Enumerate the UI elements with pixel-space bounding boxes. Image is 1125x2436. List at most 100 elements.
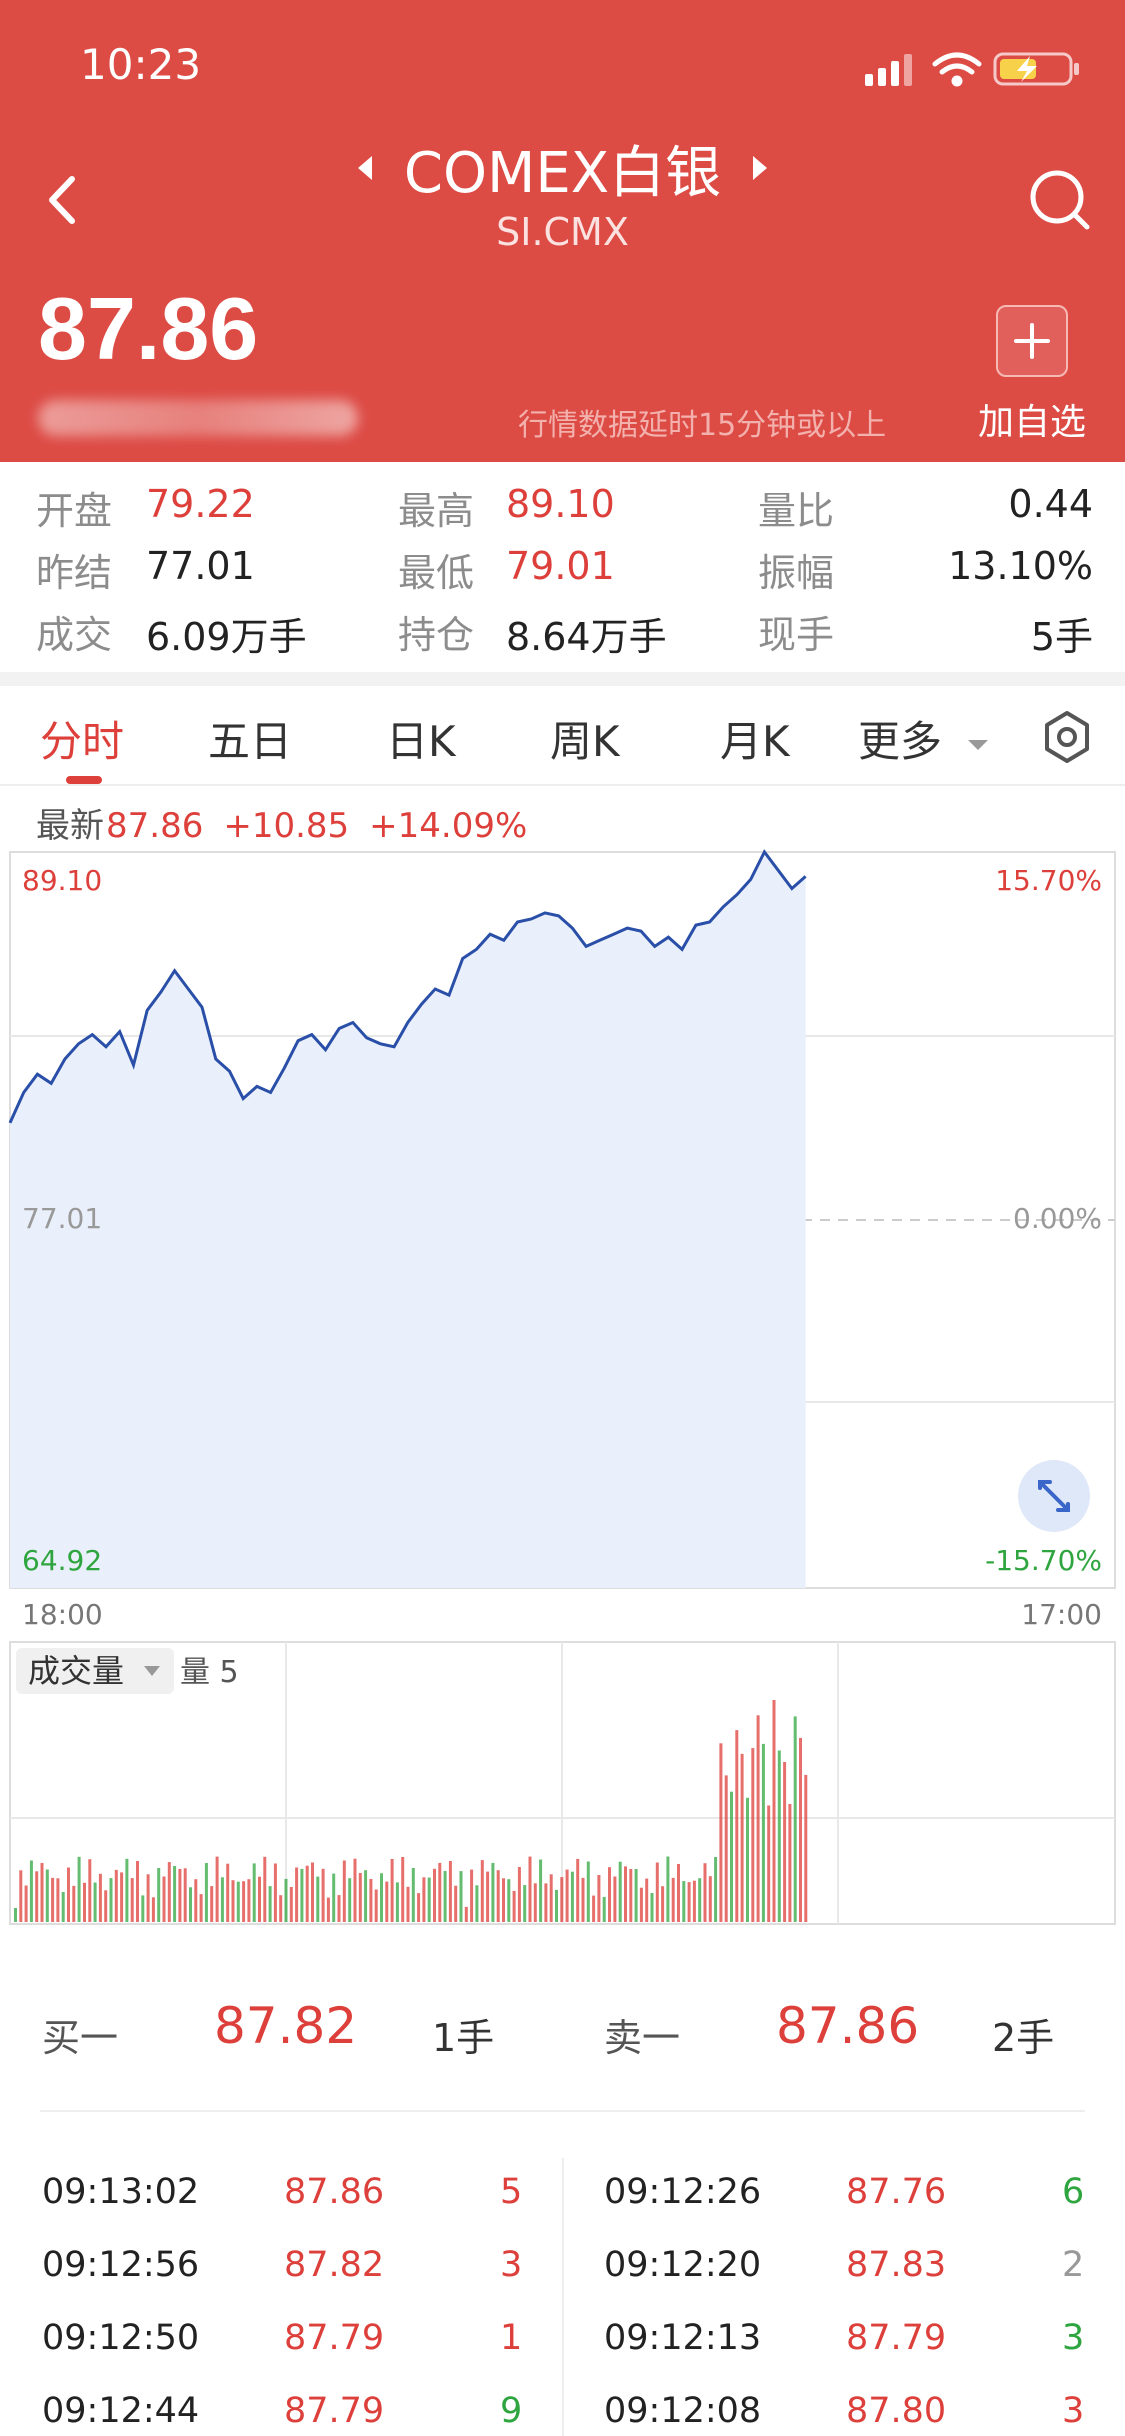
y-pct-max: 15.70% xyxy=(995,864,1102,897)
volume-bar xyxy=(464,1906,468,1922)
volume-bar xyxy=(804,1774,808,1922)
volume-bar xyxy=(146,1874,150,1922)
volume-bar xyxy=(517,1867,521,1922)
volume-bar xyxy=(486,1871,490,1922)
trade-price: 87.86 xyxy=(284,2172,385,2212)
trade-qty: 1 xyxy=(500,2318,523,2358)
status-time: 10:23 xyxy=(80,40,202,89)
y-label-max: 89.10 xyxy=(22,864,102,897)
tab-daily-k[interactable]: 日K xyxy=(386,708,456,769)
volume-bar xyxy=(24,1885,28,1922)
volume-bar xyxy=(528,1856,532,1922)
stat-open: 79.22 xyxy=(146,482,255,526)
volume-bar xyxy=(788,1804,792,1922)
sell-label: 卖一 xyxy=(604,2016,681,2060)
volume-bar xyxy=(655,1862,659,1922)
title-row: COMEX白银 xyxy=(0,128,1125,208)
volume-bar xyxy=(512,1890,516,1922)
sell-price: 87.86 xyxy=(776,1997,920,2055)
volume-bar xyxy=(45,1869,49,1922)
tab-monthly-k[interactable]: 月K xyxy=(720,708,790,769)
volume-bar xyxy=(215,1856,219,1922)
volume-bar xyxy=(125,1858,129,1922)
stat-label: 昨结 xyxy=(36,551,113,595)
volume-bar xyxy=(433,1868,436,1922)
trade-time: 09:12:26 xyxy=(604,2172,762,2212)
volume-bar xyxy=(19,1870,23,1922)
order-book: 买一 87.82 1手 卖一 87.86 2手 xyxy=(0,1985,1125,2075)
volume-bar xyxy=(332,1873,336,1922)
volume-bar xyxy=(799,1737,802,1922)
volume-bar xyxy=(316,1876,320,1922)
volume-bar xyxy=(470,1869,474,1922)
volume-bar xyxy=(141,1895,145,1922)
trade-price: 87.79 xyxy=(846,2318,947,2358)
stat-label: 开盘 xyxy=(36,489,113,533)
stat-low: 79.01 xyxy=(506,544,615,588)
volume-bar xyxy=(576,1858,580,1922)
volume-bar xyxy=(459,1871,463,1922)
page-title: COMEX白银 xyxy=(403,140,722,206)
stat-label: 持仓 xyxy=(398,613,475,657)
tab-more-label: 更多 xyxy=(858,717,943,766)
volume-bar xyxy=(311,1862,314,1922)
volume-bar xyxy=(353,1858,357,1922)
volume-bar xyxy=(539,1859,543,1922)
volume-bar xyxy=(560,1877,564,1922)
tab-intraday[interactable]: 分时 xyxy=(40,708,124,769)
battery-icon xyxy=(993,52,1079,86)
volume-bar xyxy=(231,1880,235,1922)
volume-bar xyxy=(395,1882,399,1922)
volume-bar xyxy=(268,1886,272,1922)
volume-bar xyxy=(687,1882,691,1922)
plus-icon xyxy=(1014,323,1050,359)
volume-bar xyxy=(93,1882,97,1922)
next-instrument-icon[interactable] xyxy=(745,148,775,188)
volume-bar xyxy=(740,1753,744,1922)
volume-bar xyxy=(189,1887,192,1922)
instrument-code: SI.CMX xyxy=(496,210,629,254)
trade-qty: 3 xyxy=(1062,2318,1085,2358)
stat-label: 量比 xyxy=(758,489,835,533)
volume-bar xyxy=(83,1882,86,1922)
tab-more[interactable]: 更多 xyxy=(858,708,991,769)
volume-bar xyxy=(496,1870,500,1922)
volume-bar xyxy=(618,1861,622,1922)
x-label-start: 18:00 xyxy=(22,1598,103,1631)
fullscreen-button[interactable] xyxy=(1018,1460,1090,1532)
prev-instrument-icon[interactable] xyxy=(350,148,380,188)
stat-cur: 5手 xyxy=(1030,615,1093,659)
search-icon[interactable] xyxy=(1025,165,1095,235)
tab-underline xyxy=(66,776,102,784)
header: 10:23 COMEX白银 SI.CMX 87.86 行情数据延时15分钟或以上 xyxy=(0,0,1125,462)
volume-bar xyxy=(289,1887,293,1922)
tab-5day[interactable]: 五日 xyxy=(208,708,292,769)
volume-bar xyxy=(422,1877,426,1922)
volume-bar xyxy=(708,1876,712,1922)
settings-icon[interactable] xyxy=(1040,710,1094,764)
volume-bar xyxy=(650,1893,654,1922)
volume-bar xyxy=(295,1867,299,1922)
tab-weekly-k[interactable]: 周K xyxy=(550,708,620,769)
volume-value: 量 5 xyxy=(180,1655,239,1690)
signal-icon xyxy=(865,54,912,86)
add-watchlist-label[interactable]: 加自选 xyxy=(978,393,1086,445)
intraday-chart[interactable]: 89.10 77.01 64.92 15.70% 0.00% -15.70% 1… xyxy=(0,848,1125,1928)
trade-time: 09:12:56 xyxy=(42,2245,200,2285)
volume-bar xyxy=(204,1863,208,1922)
volume-bar xyxy=(385,1881,389,1922)
trade-time: 09:13:02 xyxy=(42,2172,200,2212)
volume-bar xyxy=(454,1885,458,1922)
volume-bar xyxy=(401,1857,405,1922)
volume-bar xyxy=(634,1869,638,1922)
trade-time: 09:12:20 xyxy=(604,2245,762,2285)
add-watchlist-button[interactable] xyxy=(996,305,1068,377)
section-divider xyxy=(0,672,1125,686)
volume-bar xyxy=(475,1885,479,1922)
volume-bar xyxy=(613,1876,617,1922)
volume-bar xyxy=(380,1873,383,1922)
volume-bar xyxy=(746,1797,749,1922)
volume-bar xyxy=(602,1896,606,1922)
trade-qty: 3 xyxy=(1062,2391,1085,2431)
volume-bar xyxy=(300,1868,304,1922)
